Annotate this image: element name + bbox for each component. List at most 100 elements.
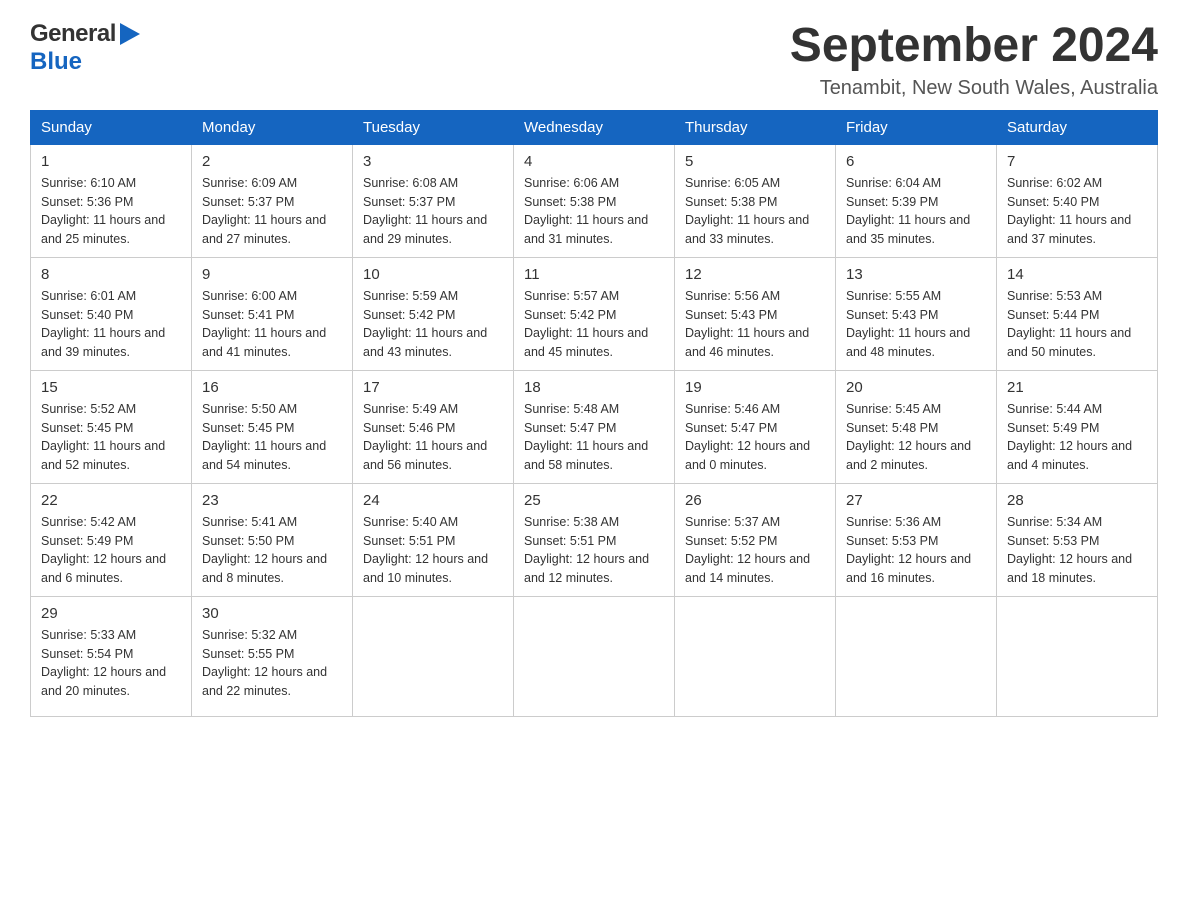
day-info: Sunrise: 5:38 AMSunset: 5:51 PMDaylight:… bbox=[524, 515, 649, 585]
day-number: 12 bbox=[685, 266, 825, 283]
calendar-cell: 25 Sunrise: 5:38 AMSunset: 5:51 PMDaylig… bbox=[514, 483, 675, 596]
day-info: Sunrise: 5:34 AMSunset: 5:53 PMDaylight:… bbox=[1007, 515, 1132, 585]
calendar-cell: 13 Sunrise: 5:55 AMSunset: 5:43 PMDaylig… bbox=[836, 257, 997, 370]
day-info: Sunrise: 5:53 AMSunset: 5:44 PMDaylight:… bbox=[1007, 289, 1131, 359]
calendar-header-friday: Friday bbox=[836, 110, 997, 144]
day-number: 18 bbox=[524, 379, 664, 396]
calendar-week-row: 1 Sunrise: 6:10 AMSunset: 5:36 PMDayligh… bbox=[31, 144, 1158, 257]
day-number: 23 bbox=[202, 492, 342, 509]
calendar-cell: 5 Sunrise: 6:05 AMSunset: 5:38 PMDayligh… bbox=[675, 144, 836, 257]
day-number: 21 bbox=[1007, 379, 1147, 396]
calendar-cell: 6 Sunrise: 6:04 AMSunset: 5:39 PMDayligh… bbox=[836, 144, 997, 257]
day-number: 13 bbox=[846, 266, 986, 283]
calendar-cell: 29 Sunrise: 5:33 AMSunset: 5:54 PMDaylig… bbox=[31, 596, 192, 716]
day-number: 19 bbox=[685, 379, 825, 396]
day-info: Sunrise: 5:57 AMSunset: 5:42 PMDaylight:… bbox=[524, 289, 648, 359]
calendar-week-row: 22 Sunrise: 5:42 AMSunset: 5:49 PMDaylig… bbox=[31, 483, 1158, 596]
calendar-cell: 17 Sunrise: 5:49 AMSunset: 5:46 PMDaylig… bbox=[353, 370, 514, 483]
calendar-table: SundayMondayTuesdayWednesdayThursdayFrid… bbox=[30, 110, 1158, 717]
day-number: 22 bbox=[41, 492, 181, 509]
calendar-cell: 1 Sunrise: 6:10 AMSunset: 5:36 PMDayligh… bbox=[31, 144, 192, 257]
day-info: Sunrise: 6:09 AMSunset: 5:37 PMDaylight:… bbox=[202, 176, 326, 246]
logo: General Blue bbox=[30, 20, 140, 76]
day-number: 16 bbox=[202, 379, 342, 396]
calendar-header-row: SundayMondayTuesdayWednesdayThursdayFrid… bbox=[31, 110, 1158, 144]
day-number: 4 bbox=[524, 153, 664, 170]
calendar-cell bbox=[353, 596, 514, 716]
calendar-cell: 15 Sunrise: 5:52 AMSunset: 5:45 PMDaylig… bbox=[31, 370, 192, 483]
calendar-cell: 3 Sunrise: 6:08 AMSunset: 5:37 PMDayligh… bbox=[353, 144, 514, 257]
day-info: Sunrise: 5:50 AMSunset: 5:45 PMDaylight:… bbox=[202, 402, 326, 472]
logo-general-text: General bbox=[30, 20, 116, 48]
day-info: Sunrise: 6:05 AMSunset: 5:38 PMDaylight:… bbox=[685, 176, 809, 246]
calendar-cell: 18 Sunrise: 5:48 AMSunset: 5:47 PMDaylig… bbox=[514, 370, 675, 483]
calendar-cell: 7 Sunrise: 6:02 AMSunset: 5:40 PMDayligh… bbox=[997, 144, 1158, 257]
calendar-header-tuesday: Tuesday bbox=[353, 110, 514, 144]
day-number: 29 bbox=[41, 605, 181, 622]
calendar-cell: 19 Sunrise: 5:46 AMSunset: 5:47 PMDaylig… bbox=[675, 370, 836, 483]
calendar-cell: 4 Sunrise: 6:06 AMSunset: 5:38 PMDayligh… bbox=[514, 144, 675, 257]
day-info: Sunrise: 5:59 AMSunset: 5:42 PMDaylight:… bbox=[363, 289, 487, 359]
day-number: 7 bbox=[1007, 153, 1147, 170]
day-number: 1 bbox=[41, 153, 181, 170]
calendar-cell: 27 Sunrise: 5:36 AMSunset: 5:53 PMDaylig… bbox=[836, 483, 997, 596]
day-info: Sunrise: 5:52 AMSunset: 5:45 PMDaylight:… bbox=[41, 402, 165, 472]
day-number: 14 bbox=[1007, 266, 1147, 283]
calendar-cell: 26 Sunrise: 5:37 AMSunset: 5:52 PMDaylig… bbox=[675, 483, 836, 596]
calendar-cell bbox=[514, 596, 675, 716]
day-info: Sunrise: 5:32 AMSunset: 5:55 PMDaylight:… bbox=[202, 628, 327, 698]
logo-arrow-icon bbox=[120, 23, 140, 45]
calendar-week-row: 15 Sunrise: 5:52 AMSunset: 5:45 PMDaylig… bbox=[31, 370, 1158, 483]
day-info: Sunrise: 5:42 AMSunset: 5:49 PMDaylight:… bbox=[41, 515, 166, 585]
day-info: Sunrise: 5:41 AMSunset: 5:50 PMDaylight:… bbox=[202, 515, 327, 585]
calendar-cell: 9 Sunrise: 6:00 AMSunset: 5:41 PMDayligh… bbox=[192, 257, 353, 370]
calendar-cell: 10 Sunrise: 5:59 AMSunset: 5:42 PMDaylig… bbox=[353, 257, 514, 370]
calendar-cell: 14 Sunrise: 5:53 AMSunset: 5:44 PMDaylig… bbox=[997, 257, 1158, 370]
calendar-cell: 20 Sunrise: 5:45 AMSunset: 5:48 PMDaylig… bbox=[836, 370, 997, 483]
day-info: Sunrise: 5:48 AMSunset: 5:47 PMDaylight:… bbox=[524, 402, 648, 472]
calendar-cell bbox=[675, 596, 836, 716]
calendar-week-row: 29 Sunrise: 5:33 AMSunset: 5:54 PMDaylig… bbox=[31, 596, 1158, 716]
day-info: Sunrise: 6:10 AMSunset: 5:36 PMDaylight:… bbox=[41, 176, 165, 246]
day-number: 6 bbox=[846, 153, 986, 170]
day-number: 27 bbox=[846, 492, 986, 509]
calendar-cell: 30 Sunrise: 5:32 AMSunset: 5:55 PMDaylig… bbox=[192, 596, 353, 716]
day-number: 24 bbox=[363, 492, 503, 509]
day-info: Sunrise: 6:08 AMSunset: 5:37 PMDaylight:… bbox=[363, 176, 487, 246]
day-info: Sunrise: 5:46 AMSunset: 5:47 PMDaylight:… bbox=[685, 402, 810, 472]
day-number: 20 bbox=[846, 379, 986, 396]
day-info: Sunrise: 5:33 AMSunset: 5:54 PMDaylight:… bbox=[41, 628, 166, 698]
logo-blue-text: Blue bbox=[30, 48, 82, 75]
month-year-title: September 2024 bbox=[790, 20, 1158, 73]
day-number: 17 bbox=[363, 379, 503, 396]
day-info: Sunrise: 5:44 AMSunset: 5:49 PMDaylight:… bbox=[1007, 402, 1132, 472]
calendar-cell: 2 Sunrise: 6:09 AMSunset: 5:37 PMDayligh… bbox=[192, 144, 353, 257]
day-number: 8 bbox=[41, 266, 181, 283]
day-number: 11 bbox=[524, 266, 664, 283]
day-info: Sunrise: 6:02 AMSunset: 5:40 PMDaylight:… bbox=[1007, 176, 1131, 246]
day-number: 30 bbox=[202, 605, 342, 622]
day-number: 26 bbox=[685, 492, 825, 509]
day-info: Sunrise: 5:55 AMSunset: 5:43 PMDaylight:… bbox=[846, 289, 970, 359]
location-subtitle: Tenambit, New South Wales, Australia bbox=[790, 77, 1158, 100]
day-info: Sunrise: 5:40 AMSunset: 5:51 PMDaylight:… bbox=[363, 515, 488, 585]
day-info: Sunrise: 6:06 AMSunset: 5:38 PMDaylight:… bbox=[524, 176, 648, 246]
calendar-header-monday: Monday bbox=[192, 110, 353, 144]
calendar-week-row: 8 Sunrise: 6:01 AMSunset: 5:40 PMDayligh… bbox=[31, 257, 1158, 370]
calendar-cell: 16 Sunrise: 5:50 AMSunset: 5:45 PMDaylig… bbox=[192, 370, 353, 483]
day-info: Sunrise: 5:49 AMSunset: 5:46 PMDaylight:… bbox=[363, 402, 487, 472]
day-number: 9 bbox=[202, 266, 342, 283]
day-number: 5 bbox=[685, 153, 825, 170]
day-number: 10 bbox=[363, 266, 503, 283]
day-info: Sunrise: 5:36 AMSunset: 5:53 PMDaylight:… bbox=[846, 515, 971, 585]
calendar-header-wednesday: Wednesday bbox=[514, 110, 675, 144]
calendar-cell: 12 Sunrise: 5:56 AMSunset: 5:43 PMDaylig… bbox=[675, 257, 836, 370]
calendar-cell: 11 Sunrise: 5:57 AMSunset: 5:42 PMDaylig… bbox=[514, 257, 675, 370]
day-info: Sunrise: 5:37 AMSunset: 5:52 PMDaylight:… bbox=[685, 515, 810, 585]
calendar-header-thursday: Thursday bbox=[675, 110, 836, 144]
calendar-cell bbox=[836, 596, 997, 716]
calendar-cell: 23 Sunrise: 5:41 AMSunset: 5:50 PMDaylig… bbox=[192, 483, 353, 596]
calendar-cell: 28 Sunrise: 5:34 AMSunset: 5:53 PMDaylig… bbox=[997, 483, 1158, 596]
title-block: September 2024 Tenambit, New South Wales… bbox=[790, 20, 1158, 100]
day-number: 25 bbox=[524, 492, 664, 509]
